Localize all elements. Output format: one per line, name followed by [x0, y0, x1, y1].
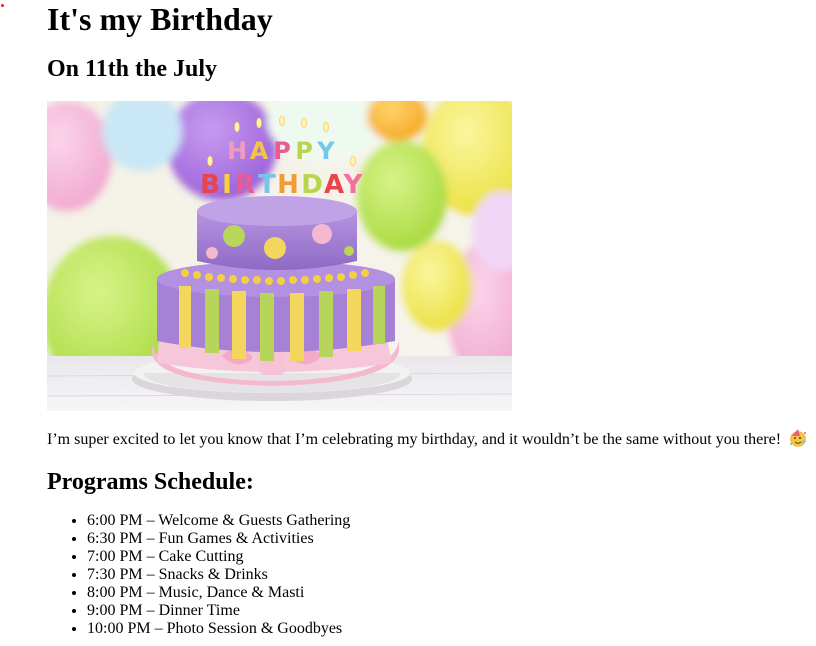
- svg-text:A: A: [324, 170, 344, 200]
- page-title: It's my Birthday: [47, 1, 273, 37]
- cake-letter-b: B: [200, 170, 220, 200]
- schedule-item: 10:00 PM – Photo Session & Goodbyes: [87, 620, 812, 638]
- content: It's my Birthday On 11th the July B I R …: [47, 0, 812, 638]
- svg-text:H: H: [277, 170, 299, 200]
- svg-text:Y: Y: [316, 137, 335, 165]
- invite-paragraph: I’m super excited to let you know that I…: [47, 429, 812, 451]
- svg-text:P: P: [295, 137, 313, 165]
- svg-text:R: R: [235, 170, 255, 200]
- schedule-item: 6:00 PM – Welcome & Guests Gathering: [87, 512, 812, 530]
- svg-text:P: P: [273, 137, 291, 165]
- svg-text:I: I: [222, 170, 232, 200]
- schedule-item: 9:00 PM – Dinner Time: [87, 602, 812, 620]
- schedule-list: 6:00 PM – Welcome & Guests Gathering 6:3…: [47, 512, 812, 638]
- party-face-emoji-icon: [790, 429, 807, 447]
- svg-text:D: D: [301, 170, 323, 200]
- schedule-item: 6:30 PM – Fun Games & Activities: [87, 530, 812, 548]
- svg-text:H: H: [227, 137, 247, 165]
- page: It's my Birthday On 11th the July B I R …: [0, 0, 816, 646]
- invite-text: I’m super excited to let you know that I…: [47, 431, 782, 448]
- svg-text:A: A: [250, 137, 269, 165]
- svg-text:Y: Y: [343, 170, 364, 200]
- svg-text:T: T: [258, 170, 276, 200]
- schedule-item: 7:30 PM – Snacks & Drinks: [87, 566, 812, 584]
- schedule-item: 7:00 PM – Cake Cutting: [87, 548, 812, 566]
- schedule-item: 8:00 PM – Music, Dance & Masti: [87, 584, 812, 602]
- schedule-heading: Programs Schedule:: [47, 469, 254, 495]
- date-heading: On 11th the July: [47, 56, 218, 82]
- corner-dot: [1, 4, 4, 7]
- birthday-cake-photo: B I R T H D A Y H A P P Y: [47, 101, 512, 411]
